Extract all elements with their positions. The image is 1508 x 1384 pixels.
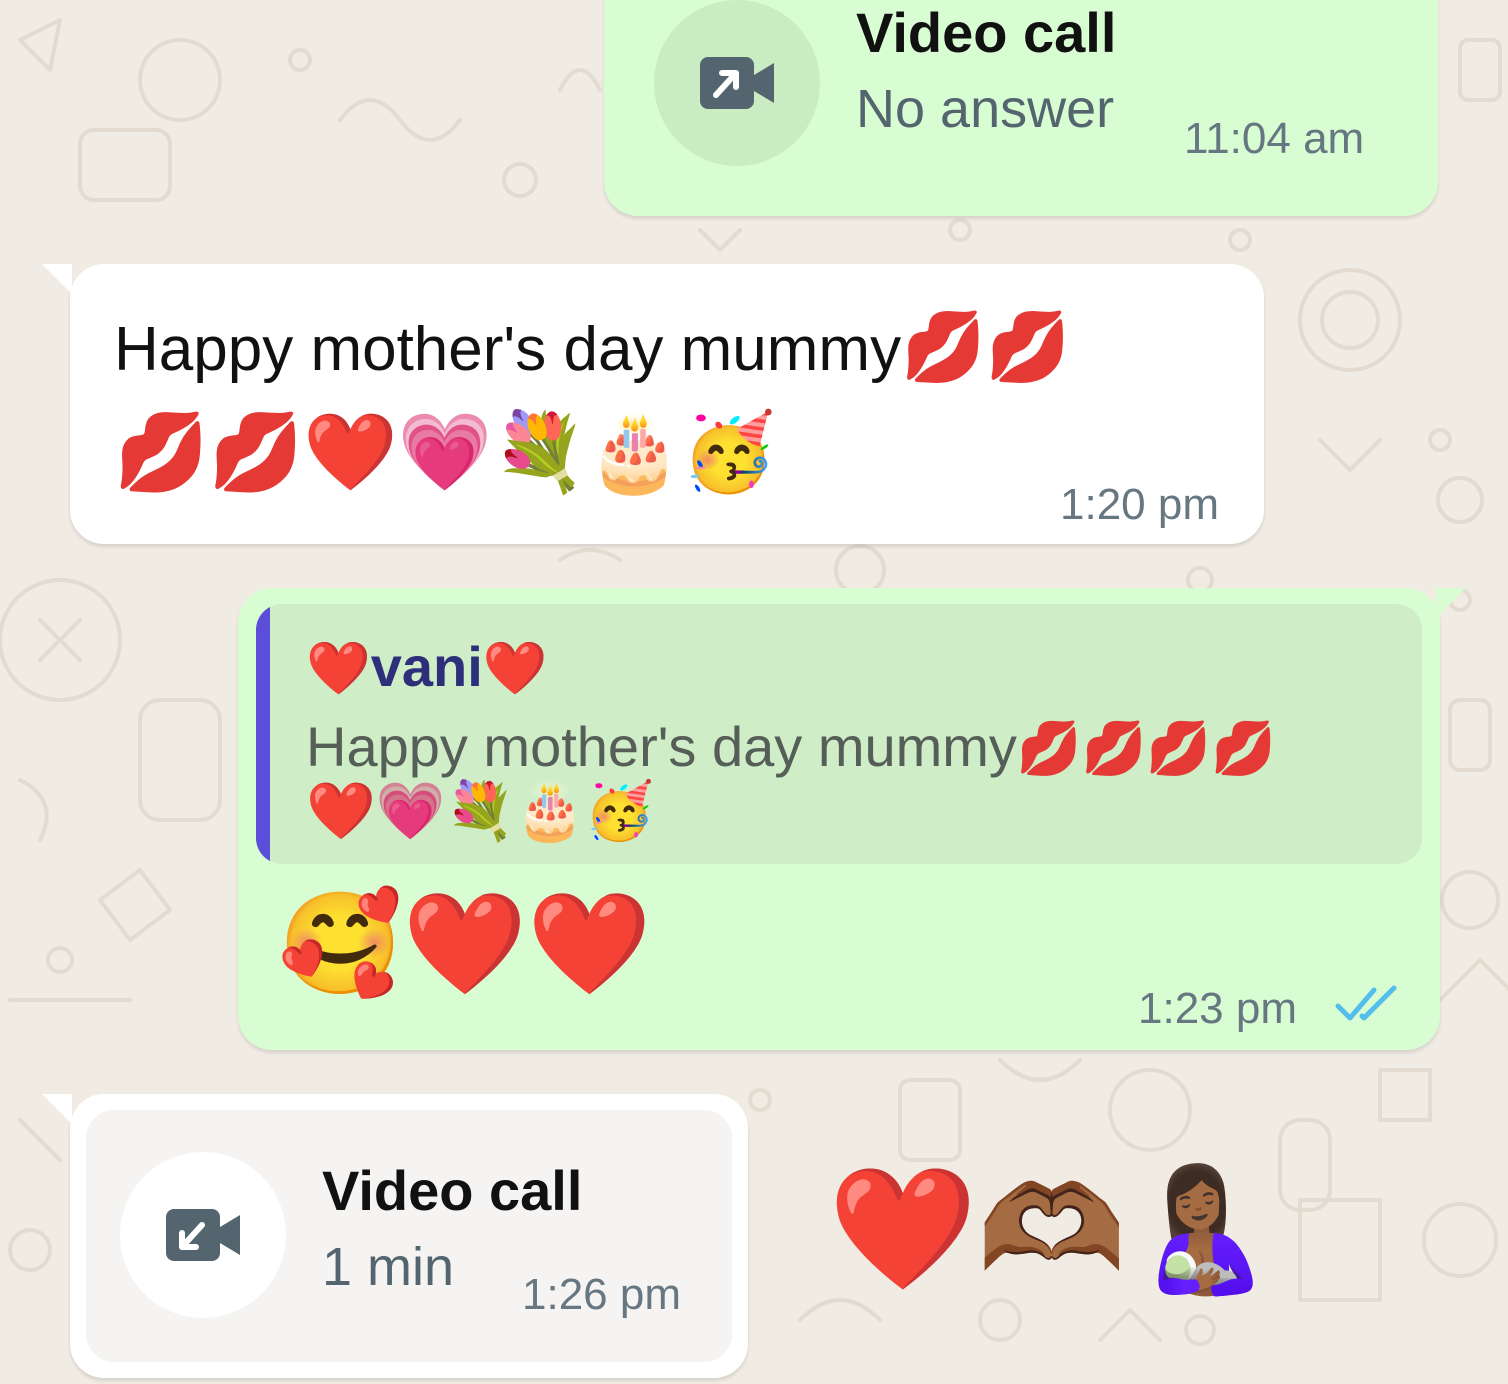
quote-author-suffix-emoji: ❤️ [482,639,548,699]
quote-accent-bar [256,604,270,864]
video-call-outgoing-icon [700,57,774,109]
incoming-message-bubble[interactable]: Happy mother's day mummy💋💋 💋💋❤️💗💐🎂🥳 1:20… [42,264,1264,544]
message-time: 1:23 pm [1138,984,1297,1033]
quote-author: ❤️vani❤️ [306,634,548,699]
outgoing-call-bubble[interactable]: Video call No answer 11:04 am [604,0,1438,216]
outgoing-reply-bubble[interactable]: ❤️vani❤️ Happy mother's day mummy💋💋💋💋 ❤️… [238,588,1466,1050]
call-title: Video call [856,1,1117,64]
quote-emojis-line2: ❤️💗💐🎂🥳 [306,779,655,844]
call-icon-circle [654,0,820,166]
call-icon-circle [120,1152,286,1318]
reply-emojis: 🥰❤️❤️ [278,885,652,1002]
incoming-call-bubble[interactable]: Video call 1 min 1:26 pm [42,1094,748,1378]
quote-emojis-line1: 💋💋💋💋 [1016,719,1276,779]
call-status: No answer [856,79,1115,139]
message-text-content: Happy mother's day mummy [114,315,902,384]
quote-author-prefix-emoji: ❤️ [306,639,371,699]
emoji-only-message[interactable]: ❤️🫶🏾🤱🏾 [828,1170,1276,1290]
call-duration: 1 min [322,1237,455,1297]
quote-text-content: Happy mother's day mummy [306,715,1017,778]
read-ticks-icon [1335,985,1397,1021]
quote-text: Happy mother's day mummy💋💋💋💋 [306,714,1276,779]
message-emojis-line1: 💋💋 [901,308,1071,387]
quote-author-name: vani [370,635,483,698]
video-call-incoming-icon [166,1209,240,1261]
message-text: Happy mother's day mummy💋💋 [114,314,1070,382]
message-time: 11:04 am [1184,114,1365,163]
quoted-message[interactable]: ❤️vani❤️ Happy mother's day mummy💋💋💋💋 ❤️… [256,604,1422,864]
message-time: 1:26 pm [522,1270,681,1319]
message-emojis-line2: 💋💋❤️💗💐🎂🥳 [114,407,777,496]
message-time: 1:20 pm [1060,480,1219,529]
call-title: Video call [322,1159,583,1222]
